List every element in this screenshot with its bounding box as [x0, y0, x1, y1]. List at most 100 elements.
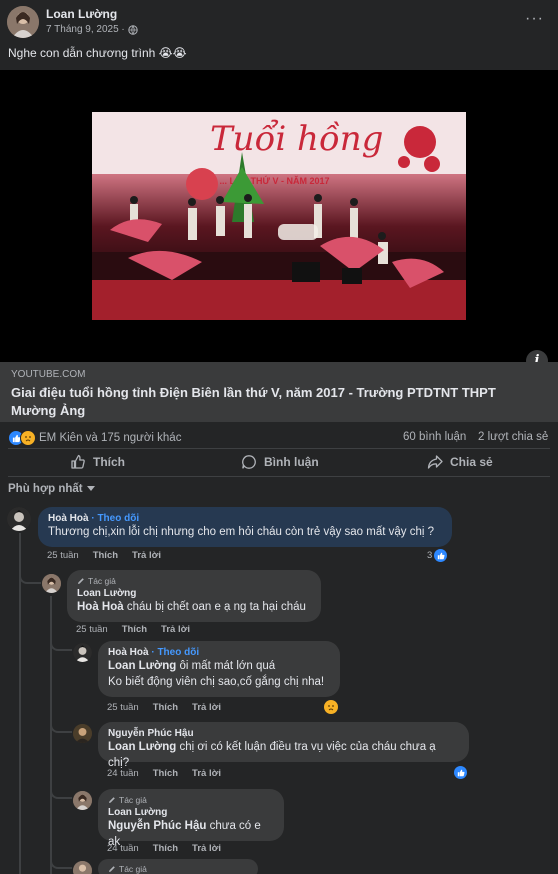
- follow-link[interactable]: · Theo dõi: [151, 647, 199, 658]
- mention[interactable]: Nguyễn Phúc Hậu: [108, 820, 206, 832]
- author-badge-label: Tác giả: [119, 864, 147, 874]
- share-icon: [427, 455, 443, 469]
- comment-author-line: Hoà Hoà · Theo dõi: [48, 513, 442, 524]
- comment-bubble[interactable]: Nguyễn Phúc Hậu Loan Lường chị ơi có kết…: [98, 722, 469, 769]
- author-badge-label: Tác giả: [119, 795, 147, 805]
- comment-time[interactable]: 25 tuần: [76, 624, 108, 635]
- thread-connector: [19, 570, 41, 584]
- comment-meta: 25 tuần Thích Trả lời: [107, 702, 221, 713]
- post-date-text[interactable]: 7 Tháng 9, 2025 ·: [46, 24, 125, 35]
- comment-meta: 25 tuần Thích Trả lời: [76, 624, 190, 635]
- comment-author[interactable]: Hoà Hoà: [48, 513, 89, 524]
- thumbs-up-icon: [71, 454, 85, 469]
- comment-like-button[interactable]: Thích: [153, 702, 178, 713]
- comment-like-button[interactable]: Thích: [122, 624, 147, 635]
- share-button[interactable]: Chia sẻ: [427, 453, 493, 471]
- comment-reactions[interactable]: 3: [427, 549, 448, 562]
- author-badge: Tác giả: [77, 576, 311, 586]
- comment-reply-button[interactable]: Trả lời: [132, 550, 161, 561]
- comment-text: Loan Lường chị ơi có kết luận điều tra v…: [108, 739, 459, 771]
- commenter-avatar[interactable]: [73, 791, 92, 810]
- comment-author-line: Hoà Hoà · Theo dõi: [108, 647, 330, 658]
- globe-icon: [128, 24, 138, 35]
- author-badge-label: Tác giả: [88, 576, 116, 586]
- like-reaction-icon: [434, 549, 448, 562]
- comment-button[interactable]: Bình luận: [241, 453, 319, 471]
- comment-text: Thương chị,xin lỗi chị nhưng cho em hỏi …: [48, 526, 435, 538]
- comment-sort-label[interactable]: Phù hợp nhất: [8, 483, 83, 495]
- post-author-name[interactable]: Loan Lường: [46, 7, 117, 21]
- comment-author[interactable]: Loan Lường: [108, 807, 274, 818]
- comments-count[interactable]: 60 bình luận: [403, 431, 466, 443]
- mention[interactable]: Loan Lường: [108, 660, 176, 672]
- author-avatar[interactable]: [7, 6, 39, 38]
- link-source: YOUTUBE.COM: [11, 369, 86, 380]
- video-thumbnail[interactable]: Tuổi hồng TỈNH ... LẦN THỨ V - NĂM 2017: [92, 112, 466, 320]
- commenter-avatar[interactable]: [73, 861, 92, 874]
- sad-reaction-icon[interactable]: [324, 700, 338, 714]
- thread-connector: [50, 855, 72, 869]
- post-date[interactable]: 7 Tháng 9, 2025 ·: [46, 24, 138, 35]
- comment-icon: [242, 455, 256, 469]
- link-title[interactable]: Giai điệu tuổi hồng tỉnh Điện Biên lần t…: [11, 384, 531, 420]
- comment-author[interactable]: Loan Lường: [77, 588, 311, 599]
- like-button[interactable]: Thích: [70, 453, 125, 471]
- reaction-summary[interactable]: EM Kiên và 175 người khác: [8, 430, 181, 446]
- comment-meta: 25 tuần Thích Trả lời: [47, 550, 161, 561]
- thread-connector: [50, 785, 72, 799]
- comment-like-button[interactable]: Thích: [153, 843, 178, 854]
- stage-scene-image: Tuổi hồng TỈNH ... LẦN THỨ V - NĂM 2017: [92, 112, 466, 320]
- shares-count[interactable]: 2 lượt chia sẻ: [478, 431, 548, 443]
- comment-reaction-count: 3: [427, 550, 433, 561]
- banner-title: Tuổi hồng: [210, 119, 383, 159]
- post-text: Nghe con dẫn chương trình 😭😭: [8, 46, 187, 60]
- sad-reaction-icon: [20, 430, 36, 446]
- comment-time[interactable]: 25 tuần: [107, 702, 139, 713]
- share-button-label[interactable]: Chia sẻ: [450, 455, 493, 469]
- comment-time[interactable]: 24 tuần: [107, 768, 139, 779]
- thread-connector: [50, 637, 72, 651]
- comment-time[interactable]: 25 tuần: [47, 550, 79, 561]
- like-button-label[interactable]: Thích: [93, 455, 125, 469]
- pencil-icon: [109, 866, 115, 872]
- comment-text-body: ôi mất mát lớn quá: [176, 660, 276, 672]
- comment-text: Hoà Hoà cháu bị chết oan e ạ ng ta hại c…: [77, 599, 311, 615]
- comment-reply-button[interactable]: Trả lời: [192, 702, 221, 713]
- caret-down-icon: [86, 486, 95, 491]
- comment-author[interactable]: Hoà Hoà: [108, 647, 149, 658]
- thread-line: [19, 533, 21, 874]
- commenter-avatar[interactable]: [73, 643, 92, 662]
- comment-bubble[interactable]: Tác giả Loan Lường Nguyễn Phúc Hậu chưa …: [98, 789, 284, 848]
- comment-time[interactable]: 24 tuần: [107, 843, 139, 854]
- author-badge: Tác giả: [108, 795, 274, 805]
- divider: [8, 448, 550, 449]
- pencil-icon: [109, 797, 115, 803]
- mention[interactable]: Hoà Hoà: [77, 601, 124, 613]
- comment-bubble[interactable]: Hoà Hoà · Theo dõi Thương chị,xin lỗi ch…: [38, 507, 452, 547]
- comment-reply-button[interactable]: Trả lời: [161, 624, 190, 635]
- comment-bubble[interactable]: Hoà Hoà · Theo dõi Loan Lường ôi mất mát…: [98, 641, 340, 697]
- commenter-avatar[interactable]: [7, 507, 31, 531]
- mention[interactable]: Loan Lường: [108, 741, 176, 753]
- comment-like-button[interactable]: Thích: [93, 550, 118, 561]
- comment-reply-button[interactable]: Trả lời: [192, 843, 221, 854]
- comment-sort-dropdown[interactable]: Phù hợp nhất: [8, 483, 95, 495]
- more-options-button[interactable]: ···: [525, 10, 544, 28]
- comment-meta: 24 tuần Thích Trả lời: [107, 768, 221, 779]
- commenter-avatar[interactable]: [42, 574, 61, 593]
- comment-reply-button[interactable]: Trả lời: [192, 768, 221, 779]
- follow-link[interactable]: · Theo dõi: [91, 513, 139, 524]
- comment-bubble[interactable]: Tác giả Loan Lường Hoà Hoà cháu bị chết …: [67, 570, 321, 622]
- pencil-icon: [78, 578, 84, 584]
- divider: [8, 476, 550, 477]
- thread-connector: [50, 719, 72, 733]
- comment-bubble[interactable]: Tác giả: [98, 859, 258, 874]
- commenter-avatar[interactable]: [73, 724, 92, 743]
- comment-meta: 24 tuần Thích Trả lời: [107, 843, 221, 854]
- reaction-summary-text[interactable]: EM Kiên và 175 người khác: [39, 432, 181, 444]
- author-badge: Tác giả: [108, 864, 248, 874]
- comment-button-label[interactable]: Bình luận: [264, 455, 319, 469]
- comment-author[interactable]: Nguyễn Phúc Hậu: [108, 728, 459, 739]
- comment-like-button[interactable]: Thích: [153, 768, 178, 779]
- like-reaction-icon[interactable]: [454, 766, 467, 779]
